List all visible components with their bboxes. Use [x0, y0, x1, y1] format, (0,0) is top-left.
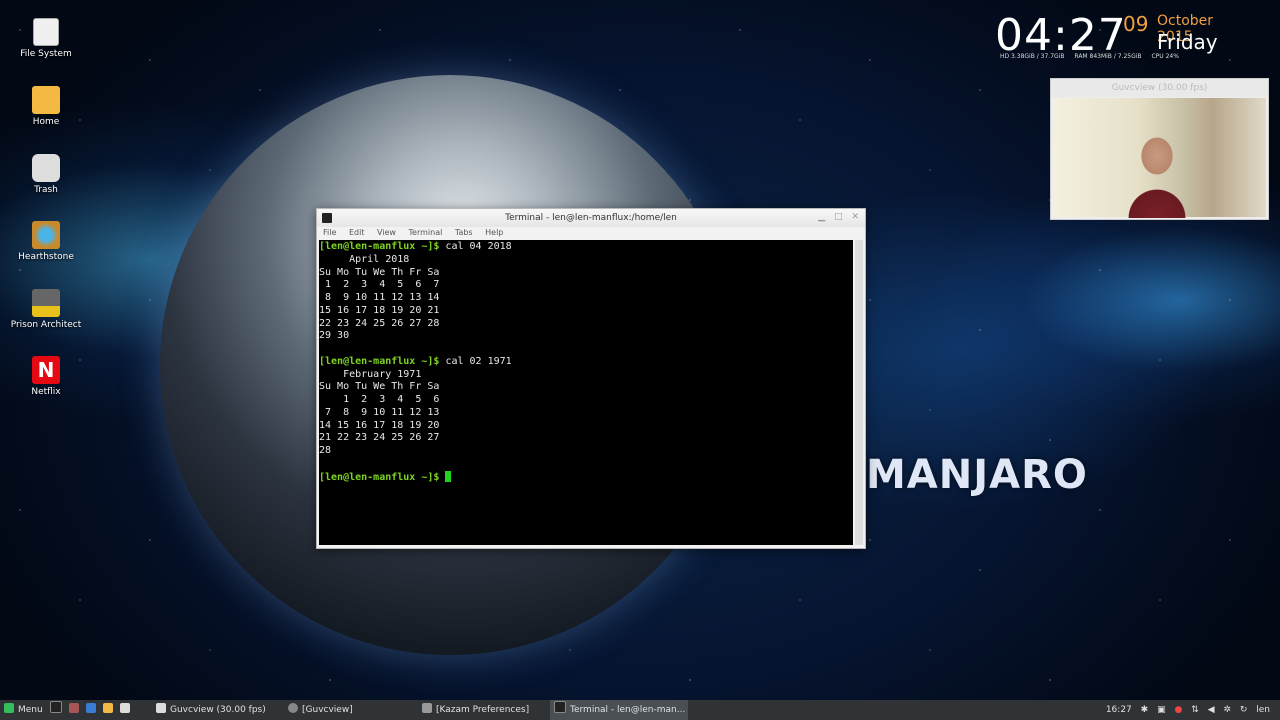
system-stats: HD 3.38GiB / 37.7GiB RAM 843MiB / 7.25Gi…	[1000, 53, 1187, 60]
terminal-launcher-icon[interactable]	[50, 701, 62, 713]
text-cursor	[445, 470, 452, 482]
desktop-icon-label: Hearthstone	[18, 252, 74, 262]
folder-icon	[32, 86, 60, 114]
settings-icon[interactable]: ✲	[1223, 705, 1231, 715]
minimize-icon[interactable]: ▁	[818, 212, 825, 222]
prison-architect-icon	[32, 289, 60, 317]
volume-icon[interactable]: ◀	[1208, 705, 1215, 715]
files-icon[interactable]	[102, 703, 113, 713]
webcam-person	[1117, 128, 1197, 218]
terminal-titlebar[interactable]: Terminal - len@len-manflux:/home/len ▁ □…	[317, 209, 865, 227]
editor-icon[interactable]	[119, 703, 130, 713]
prompt: [len@len-manflux ~]$	[319, 355, 440, 367]
prompt: [len@len-manflux ~]$	[319, 241, 440, 252]
manjaro-menu-icon	[4, 703, 14, 713]
desktop-icon-label: Home	[32, 117, 60, 127]
terminal-scrollbar[interactable]	[855, 240, 863, 545]
task-kazam-preferences[interactable]: [Kazam Preferences]	[420, 700, 548, 720]
taskbar: Menu Guvcview (30.00 fps) [Guvcview] [Ka…	[0, 700, 1280, 720]
task-label: [Kazam Preferences]	[436, 705, 530, 715]
clock-weekday: Friday	[1157, 30, 1218, 54]
maximize-icon[interactable]: □	[834, 212, 843, 222]
calendar-output: February 1971 Su Mo Tu We Th Fr Sa 1 2 3…	[319, 368, 440, 457]
terminal-title: Terminal - len@len-manflux:/home/len	[505, 213, 677, 223]
desktop-icon-trash[interactable]: Trash	[10, 154, 82, 195]
clock-day: 09	[1123, 12, 1149, 36]
clipboard-icon[interactable]: ▣	[1157, 705, 1166, 715]
desktop-icon-hearthstone[interactable]: Hearthstone	[10, 221, 82, 262]
task-label: Terminal - len@len-man...	[570, 705, 686, 715]
netflix-icon: N	[32, 356, 60, 384]
drive-icon	[33, 18, 59, 46]
user-label[interactable]: len	[1256, 705, 1270, 715]
desktop-icon-home[interactable]: Home	[10, 86, 82, 127]
trash-icon	[32, 154, 60, 182]
prompt: [len@len-manflux ~]$	[319, 471, 440, 483]
quick-launch	[50, 700, 134, 720]
desktop-icon-file-system[interactable]: File System	[10, 18, 82, 59]
menu-button[interactable]: Menu	[4, 700, 43, 720]
gear-icon	[288, 703, 298, 713]
cpu-stat: CPU 24%	[1151, 53, 1179, 60]
bluetooth-icon[interactable]: ✱	[1141, 705, 1149, 715]
window-icon	[156, 703, 166, 713]
desktop-icon-netflix[interactable]: N Netflix	[10, 356, 82, 397]
terminal-output[interactable]: [len@len-manflux ~]$ cal 04 2018 April 2…	[319, 240, 853, 545]
network-icon[interactable]: ⇅	[1191, 705, 1199, 715]
task-label: [Guvcview]	[302, 705, 353, 715]
task-guvcview-settings[interactable]: [Guvcview]	[286, 700, 414, 720]
manjaro-logo-text: MANJARO	[866, 452, 1088, 498]
menu-file[interactable]: File	[323, 228, 336, 237]
hearthstone-icon	[32, 221, 60, 249]
desktop-icon-label: Prison Architect	[10, 320, 82, 330]
desktop-icon-label: Trash	[34, 185, 58, 195]
task-guvcview[interactable]: Guvcview (30.00 fps)	[152, 700, 284, 720]
system-tray: 16:27 ✱ ▣ ● ⇅ ◀ ✲ ↻ len	[1100, 700, 1276, 720]
update-icon[interactable]: ↻	[1240, 705, 1248, 715]
terminal-window[interactable]: Terminal - len@len-manflux:/home/len ▁ □…	[316, 208, 866, 549]
browser-icon[interactable]	[85, 703, 96, 713]
desktop-icon-prison-architect[interactable]: Prison Architect	[10, 289, 82, 330]
terminal-icon	[554, 701, 566, 713]
menu-label: Menu	[18, 705, 43, 715]
webcam-video-feed	[1053, 98, 1266, 218]
command: cal 04 2018	[445, 241, 512, 252]
ram-stat: RAM 843MiB / 7.25GiB	[1074, 53, 1142, 60]
desktop-icon-label: Netflix	[31, 387, 61, 397]
menu-view[interactable]: View	[377, 228, 396, 237]
close-icon[interactable]: ✕	[851, 212, 859, 222]
app-launcher-icon[interactable]	[68, 703, 79, 713]
webcam-window-title: Guvcview (30.00 fps)	[1051, 79, 1268, 97]
task-label: Guvcview (30.00 fps)	[170, 705, 266, 715]
window-icon	[422, 703, 432, 713]
menu-tabs[interactable]: Tabs	[455, 228, 473, 237]
record-icon[interactable]: ●	[1174, 705, 1182, 715]
menu-edit[interactable]: Edit	[349, 228, 365, 237]
task-terminal[interactable]: Terminal - len@len-man...	[550, 700, 688, 720]
webcam-window[interactable]: Guvcview (30.00 fps)	[1050, 78, 1269, 220]
command: cal 02 1971	[445, 355, 512, 367]
desktop-icon-label: File System	[20, 49, 72, 59]
menu-help[interactable]: Help	[485, 228, 503, 237]
terminal-menubar: File Edit View Terminal Tabs Help	[317, 227, 865, 239]
calendar-output: April 2018 Su Mo Tu We Th Fr Sa 1 2 3 4 …	[319, 253, 440, 342]
taskbar-clock[interactable]: 16:27	[1106, 705, 1132, 715]
menu-terminal[interactable]: Terminal	[409, 228, 443, 237]
disk-stat: HD 3.38GiB / 37.7GiB	[1000, 53, 1065, 60]
